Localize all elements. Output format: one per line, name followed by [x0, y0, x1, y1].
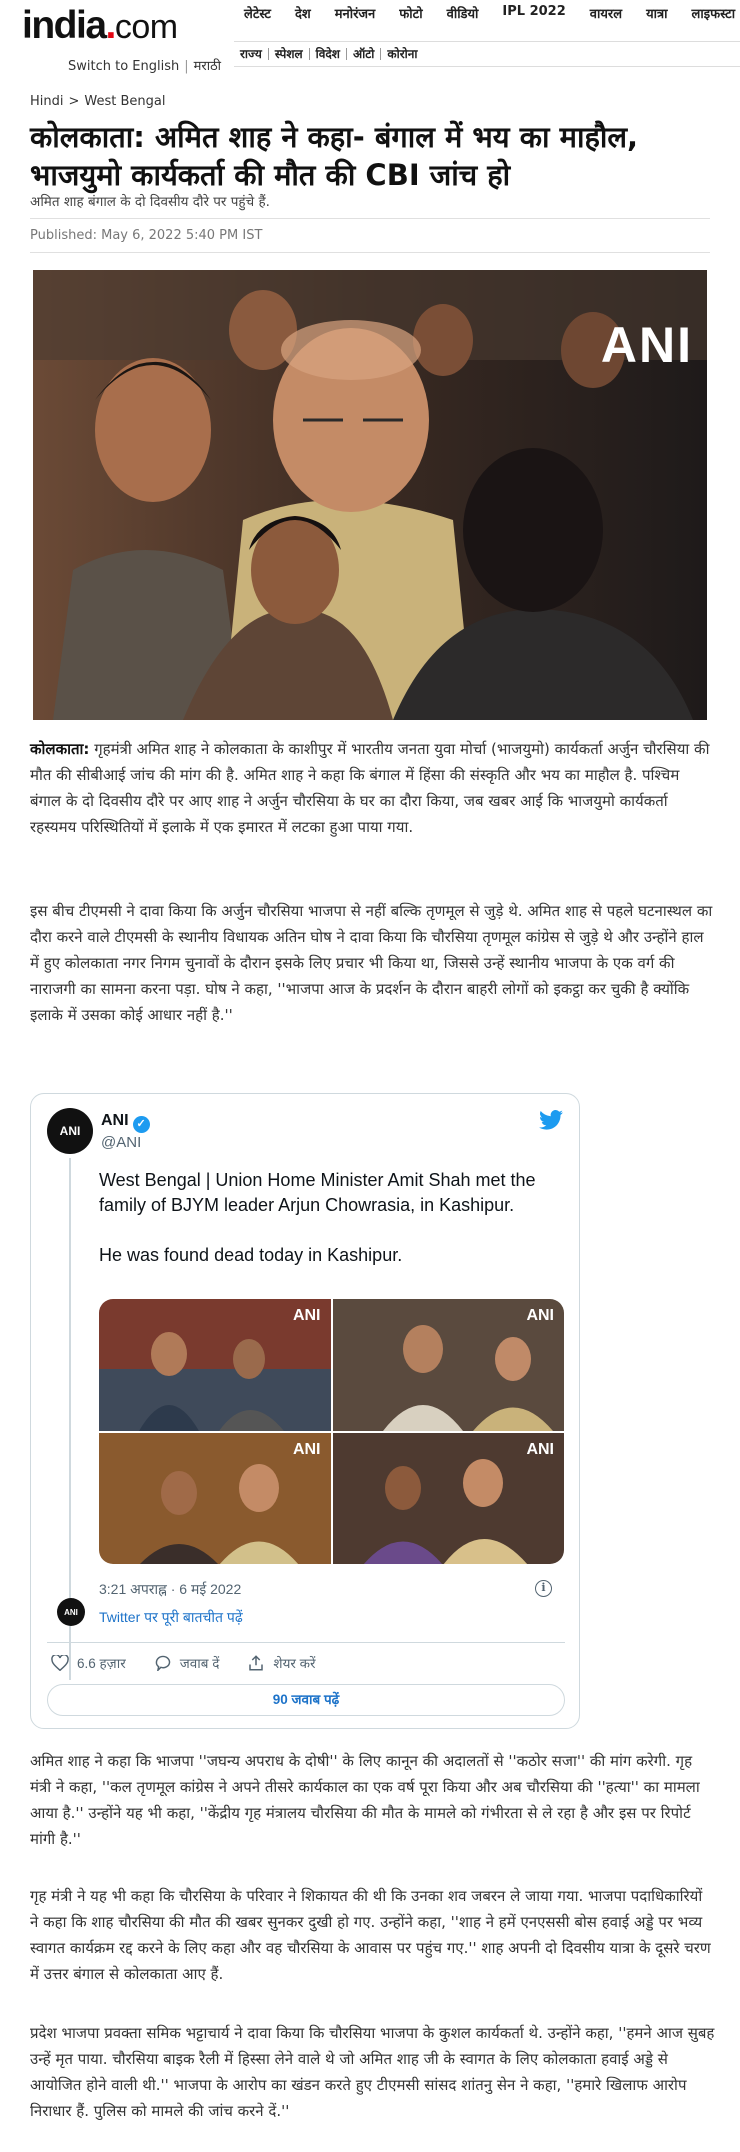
article-hero-image: ANI [33, 270, 707, 720]
like-button[interactable]: 6.6 हज़ार [51, 1654, 126, 1672]
share-icon [249, 1655, 264, 1671]
subnav-item[interactable]: विदेश [310, 48, 347, 60]
nav-item[interactable]: लेटेस्ट [240, 4, 283, 22]
breadcrumb: Hindi > West Bengal [30, 94, 166, 109]
tweet-photo[interactable]: ANI [332, 1432, 564, 1564]
article-paragraph: प्रदेश भाजपा प्रवक्ता समिक भट्टाचार्य ने… [30, 2024, 715, 2120]
article-paragraph: गृह मंत्री ने यह भी कहा कि चौरसिया के पर… [30, 1887, 711, 1983]
language-switcher: Switch to English | मराठी [68, 59, 222, 74]
nav-item[interactable]: देश [283, 4, 323, 22]
nav-item[interactable]: वीडियो [435, 4, 491, 22]
article-paragraph: अमित शाह ने कहा कि भाजपा ''जघन्य अपराध क… [30, 1752, 700, 1848]
primary-nav: लेटेस्ट देश मनोरंजन फोटो वीडियो IPL 2022… [240, 4, 740, 22]
site-logo[interactable]: india.com [22, 4, 178, 48]
divider [30, 218, 710, 219]
nav-item[interactable]: लाइफस्टा [680, 4, 740, 22]
article-headline: कोलकाता: अमित शाह ने कहा- बंगाल में भय क… [30, 120, 639, 192]
nav-item[interactable]: फोटो [387, 4, 434, 22]
tweet-avatar[interactable]: ANI [47, 1108, 93, 1154]
article-paragraph: कोलकाता: गृहमंत्री अमित शाह ने कोलकाता क… [30, 740, 710, 836]
subnav-item[interactable]: ऑटो [347, 48, 382, 60]
tweet-photo[interactable]: ANI [99, 1299, 331, 1431]
verified-badge-icon: ✓ [132, 1116, 150, 1133]
twitter-bird-icon[interactable] [539, 1110, 563, 1130]
site-header: india.com Switch to English | मराठी लेटेस्… [0, 0, 740, 86]
subnav-item[interactable]: स्पेशल [269, 48, 310, 60]
read-conversation-link[interactable]: Twitter पर पूरी बातचीत पढ़ें [99, 1608, 243, 1627]
watermark: ANI [600, 317, 693, 373]
article-summary: अमित शाह बंगाल के दो दिवसीय दौरे पर पहुं… [30, 194, 270, 210]
tweet-text: West Bengal | Union Home Minister Amit S… [99, 1170, 536, 1265]
subnav-item[interactable]: कोरोना [381, 48, 423, 60]
like-count: 6.6 हज़ार [77, 1656, 126, 1671]
tweet-author-name[interactable]: ANI ✓ [101, 1112, 150, 1133]
tweet-timestamp[interactable]: 3:21 अपराह्न · 6 मई 2022 [99, 1580, 241, 1599]
tweet-photo[interactable]: ANI [99, 1432, 331, 1564]
breadcrumb-section[interactable]: West Bengal [84, 94, 165, 109]
reply-icon [155, 1655, 171, 1671]
nav-item[interactable]: वायरल [578, 4, 634, 22]
divider [47, 1642, 565, 1643]
info-icon[interactable]: i [535, 1580, 552, 1597]
embedded-tweet: ANI ANI ✓ @ANI West Bengal | Union Home M… [30, 1093, 580, 1729]
tweet-avatar-small[interactable]: ANI [57, 1598, 85, 1626]
nav-item[interactable]: मनोरंजन [323, 4, 388, 22]
article-paragraph: इस बीच टीएमसी ने दावा किया कि अर्जुन चौर… [30, 902, 713, 1024]
nav-item[interactable]: यात्रा [634, 4, 679, 22]
published-date: Published: May 6, 2022 5:40 PM IST [30, 228, 263, 243]
reply-button[interactable]: जवाब दें [154, 1654, 219, 1672]
read-replies-button[interactable]: 90 जवाब पढ़ें [47, 1684, 565, 1716]
secondary-nav: राज्य स्पेशल विदेश ऑटो कोरोना [234, 41, 740, 67]
tweet-actions: 6.6 हज़ार जवाब दें शेयर करें [51, 1654, 316, 1672]
marathi-link[interactable]: मराठी [194, 59, 221, 74]
tweet-author-handle[interactable]: @ANI [101, 1134, 141, 1151]
share-button[interactable]: शेयर करें [247, 1654, 316, 1672]
switch-to-english-link[interactable]: Switch to English [68, 59, 179, 74]
heart-icon [51, 1655, 69, 1671]
tweet-photo-grid[interactable]: ANI ANI ANI ANI [99, 1299, 564, 1564]
dateline: कोलकाता: [30, 740, 90, 758]
divider [30, 252, 710, 253]
subnav-item[interactable]: राज्य [234, 48, 269, 60]
breadcrumb-home[interactable]: Hindi [30, 94, 64, 109]
nav-item[interactable]: IPL 2022 [490, 4, 577, 22]
tweet-photo[interactable]: ANI [332, 1299, 564, 1431]
